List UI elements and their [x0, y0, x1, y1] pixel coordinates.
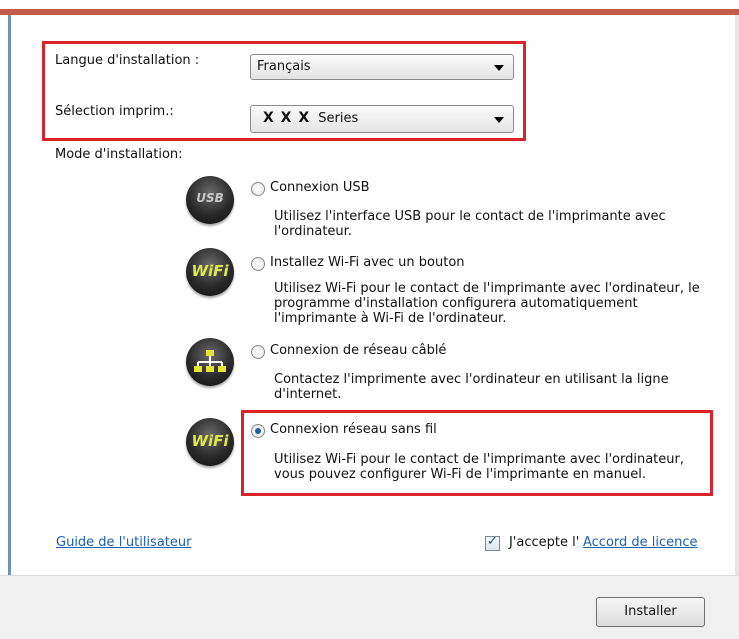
- printer-selection-value-prefix: X X X: [263, 110, 311, 126]
- printer-selection-select[interactable]: X X X Series: [250, 105, 514, 133]
- wifi-icon: WiFi: [186, 248, 234, 296]
- option-wifi-button-title[interactable]: Installez Wi-Fi avec un bouton: [270, 255, 465, 270]
- accept-license-checkbox[interactable]: ✓: [485, 534, 500, 551]
- radio-wifi-button[interactable]: [251, 257, 265, 271]
- user-guide-link[interactable]: Guide de l'utilisateur: [56, 535, 191, 550]
- option-usb-title[interactable]: Connexion USB: [270, 180, 370, 195]
- window-top-border: [0, 0, 739, 15]
- network-topology-icon: [194, 350, 226, 372]
- printer-selection-label: Sélection imprim.:: [55, 104, 174, 119]
- install-language-select[interactable]: Français: [250, 54, 514, 80]
- license-agreement-link[interactable]: Accord de licence: [583, 535, 698, 550]
- option-wifi-button-description: Utilisez Wi-Fi pour le contact de l'impr…: [274, 281, 700, 326]
- install-language-label: Langue d'installation :: [55, 53, 200, 68]
- printer-selection-value-suffix: Series: [318, 111, 359, 126]
- install-mode-label: Mode d'installation:: [55, 147, 183, 162]
- option-usb-description: Utilisez l'interface USB pour le contact…: [274, 209, 666, 239]
- option-wireless-network-description: Utilisez Wi-Fi pour le contact de l'impr…: [274, 452, 684, 482]
- chevron-down-icon: [494, 65, 504, 71]
- option-wired-network-description: Contactez l'imprimente avec l'ordinateur…: [274, 372, 669, 402]
- radio-wired-network[interactable]: [251, 345, 265, 359]
- accept-license-text: J'accepte l': [509, 535, 580, 550]
- install-button[interactable]: Installer: [596, 597, 705, 627]
- network-icon: [186, 338, 234, 386]
- checkmark-icon: ✓: [487, 534, 498, 549]
- radio-usb[interactable]: [251, 182, 265, 196]
- radio-wireless-network[interactable]: [251, 424, 265, 438]
- window-right-border: [735, 15, 739, 575]
- install-language-value: Français: [257, 59, 311, 74]
- window-left-border: [0, 15, 12, 575]
- wifi-icon: WiFi: [186, 418, 234, 466]
- usb-icon: USB: [186, 176, 234, 224]
- option-wireless-network-title[interactable]: Connexion réseau sans fil: [270, 422, 437, 437]
- option-wired-network-title[interactable]: Connexion de réseau câblé: [270, 343, 446, 358]
- chevron-down-icon: [494, 117, 504, 123]
